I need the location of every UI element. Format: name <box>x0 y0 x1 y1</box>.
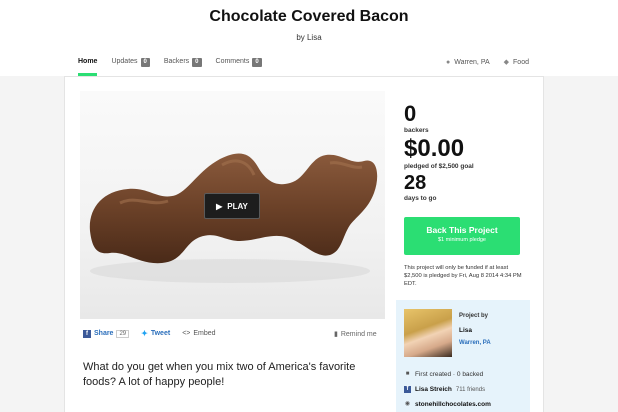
tab-updates[interactable]: Updates 0 <box>111 58 150 76</box>
tab-backers-label: Backers <box>163 58 190 65</box>
embed-icon: <> <box>182 330 191 337</box>
tab-updates-label: Updates <box>111 58 138 65</box>
share-count-badge: 29 <box>116 329 130 338</box>
creator-website-row[interactable]: ◉ stonehillchocolates.com <box>404 397 491 412</box>
tab-home[interactable]: Home <box>78 58 98 76</box>
days-value: 28 <box>404 172 427 194</box>
project-tabs: Home Updates 0 Backers 0 Comments 0 <box>78 58 262 76</box>
funding-stats: 0 backers $0.00 pledged of $2,500 goal 2… <box>404 101 534 203</box>
facebook-name: Lisa Streich <box>415 386 452 393</box>
creator-website: stonehillchocolates.com <box>415 401 491 408</box>
creator-panel: Project by Lisa Warren, PA ■ First creat… <box>396 300 530 412</box>
remind-label: Remind me <box>340 330 377 338</box>
bookmark-icon: ▮ <box>334 331 338 338</box>
tab-backers[interactable]: Backers 0 <box>164 58 202 76</box>
back-button-sublabel: $1 minimum pledge <box>438 237 486 243</box>
location-label: Warren, PA <box>454 58 490 66</box>
pledged-label: pledged of $2,500 goal <box>404 163 474 170</box>
creator-history: First created · 0 backed <box>415 371 484 378</box>
comments-count-badge: 0 <box>252 58 262 67</box>
facebook-friends: 711 friends <box>455 386 486 393</box>
globe-icon: ◉ <box>404 401 411 407</box>
back-this-project-button[interactable]: Back This Project $1 minimum pledge <box>404 217 520 255</box>
location-link[interactable]: ● Warren, PA <box>446 58 490 66</box>
days-label: days to go <box>404 195 437 202</box>
pledged-value: $0.00 <box>404 135 465 162</box>
creator-details: ■ First created · 0 backed f Lisa Streic… <box>404 367 491 412</box>
project-by-label: Project by <box>459 313 489 319</box>
backers-count-badge: 0 <box>192 58 202 67</box>
facebook-icon: f <box>404 386 411 393</box>
facebook-icon: f <box>83 329 91 338</box>
back-button-label: Back This Project <box>426 225 498 235</box>
embed-label: Embed <box>193 330 216 337</box>
history-icon: ■ <box>405 371 410 377</box>
funding-note: This project will only be funded if at l… <box>404 265 522 287</box>
backers-value: 0 <box>404 101 417 126</box>
updates-count-badge: 0 <box>140 58 150 67</box>
remind-me-button[interactable]: ▮ Remind me <box>334 330 377 339</box>
avatar[interactable] <box>404 309 452 357</box>
category-link[interactable]: ◆ Food <box>503 58 529 67</box>
creator-facebook-row[interactable]: f Lisa Streich 711 friends <box>404 382 491 397</box>
tweet-button[interactable]: ✦ Tweet <box>141 329 170 338</box>
creator-history-row: ■ First created · 0 backed <box>404 367 491 382</box>
share-label: Share <box>94 330 114 337</box>
backers-label: backers <box>404 127 429 134</box>
location-pin-icon: ● <box>446 58 451 66</box>
creator-name[interactable]: Lisa <box>459 327 472 334</box>
tab-comments[interactable]: Comments 0 <box>216 58 262 76</box>
social-bar: f Share 29 ✦ Tweet <> Embed <box>83 329 216 338</box>
tweet-label: Tweet <box>150 330 171 337</box>
facebook-share-button[interactable]: f Share 29 <box>83 329 130 338</box>
project-byline[interactable]: by Lisa <box>0 33 618 42</box>
embed-button[interactable]: <> Embed <box>182 330 215 337</box>
play-label: PLAY <box>227 201 248 211</box>
category-label: Food <box>513 58 529 66</box>
tag-icon: ◆ <box>503 59 510 66</box>
creator-location[interactable]: Warren, PA <box>459 340 491 346</box>
project-meta: ● Warren, PA ◆ Food <box>446 58 529 67</box>
tab-comments-label: Comments <box>215 58 250 65</box>
project-description: What do you get when you mix two of Amer… <box>83 361 356 388</box>
project-title: Chocolate Covered Bacon <box>209 8 409 25</box>
tab-home-label: Home <box>78 58 98 65</box>
play-icon: ▶ <box>216 201 223 211</box>
play-video-button[interactable]: ▶ PLAY <box>204 193 260 219</box>
twitter-icon: ✦ <box>141 329 148 338</box>
